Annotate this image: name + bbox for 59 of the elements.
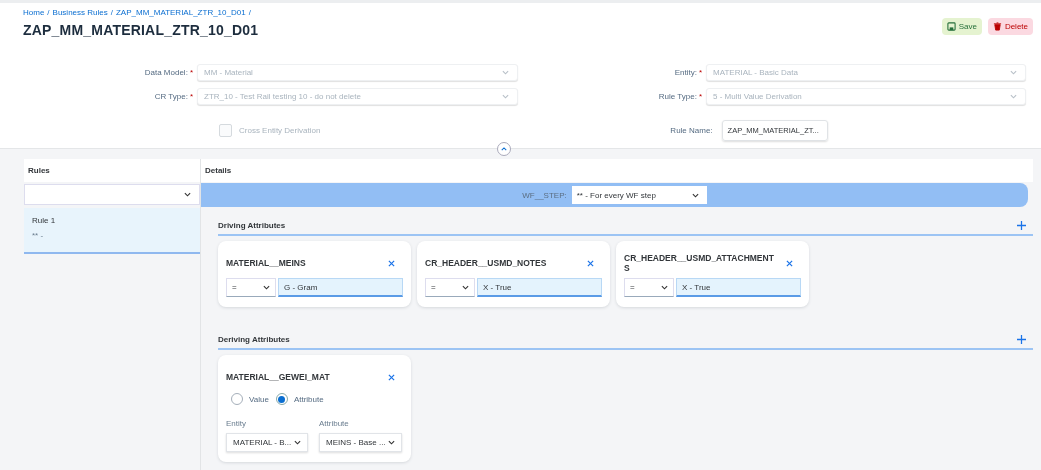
radio-option[interactable]: Value [231,393,269,405]
save-icon [946,22,956,31]
close-icon[interactable] [388,259,395,267]
radio-option[interactable]: Attribute [275,393,324,405]
breadcrumb-separator: / [110,8,113,17]
operator-select[interactable]: = [226,278,276,297]
field-label: CR Type: * [153,92,193,101]
chevron-down-icon [691,192,699,198]
value-field[interactable]: X - True [676,278,801,297]
chevron-down-icon [661,285,668,290]
checkbox-label: Cross Entity Derivation [239,126,321,135]
delete-icon [992,22,1002,31]
attribute-name: CR_HEADER__USMD_NOTES [425,258,547,268]
chevron-down-icon [502,94,509,99]
close-icon[interactable] [587,259,594,267]
attribute-name: MATERIAL__MEINS [226,258,306,268]
value-field[interactable]: G - Gram [278,278,403,297]
field-label: Attribute [319,419,350,428]
operator-select[interactable]: = [624,278,674,297]
chevron-down-icon [184,192,191,197]
chevron-down-icon [263,285,270,290]
section-title: Deriving Attributes [218,335,290,344]
add-icon[interactable] [1017,221,1026,230]
step-select[interactable]: ** - For every WF step [571,186,707,204]
chevron-down-icon [388,440,395,445]
value-field[interactable]: X - True [477,278,602,297]
save-button[interactable]: Save [941,18,982,35]
rule-item[interactable]: Rule 1 ** - [24,208,200,254]
select-field[interactable]: MATERIAL - B... [226,433,308,452]
field-label: Entity [226,419,247,428]
field-label: Data Model: * [143,68,193,77]
chevron-down-icon [1010,70,1017,75]
close-icon[interactable] [786,259,793,267]
close-icon[interactable] [388,373,395,381]
add-icon[interactable] [1017,335,1026,344]
step-label: WF__STEP: [522,190,567,200]
operator-select[interactable]: = [425,278,475,297]
field-label: Entity: * [673,68,702,77]
attribute-name: MATERIAL__GEWEI_MAT [226,372,330,382]
section-title: Driving Attributes [218,221,286,230]
breadcrumb-separator: / [248,8,251,17]
attribute-name: CR_HEADER__USMD_ATTACHMENTS [624,253,774,273]
chevron-down-icon [462,285,469,290]
chevron-down-icon [502,70,509,75]
breadcrumb-link[interactable]: Business Rules [52,8,108,17]
breadcrumb-link[interactable]: ZAP_MM_MATERIAL_ZTR_10_D01 [115,8,246,17]
chevron-up-icon [501,147,507,151]
select-field[interactable]: MEINS - Base ... [319,433,402,452]
breadcrumb-separator: / [47,8,50,17]
field-label: Rule Name: [670,126,713,135]
delete-button[interactable]: Delete [987,18,1033,35]
breadcrumb-link[interactable]: Home [23,8,45,17]
collapse-button[interactable] [497,142,511,156]
page-title: ZAP_MM_MATERIAL_ZTR_10_D01 [23,22,259,38]
chevron-down-icon [1010,94,1017,99]
field-label: Rule Type: * [657,92,702,101]
chevron-down-icon [294,440,301,445]
details-header: Details [201,159,1033,182]
rules-header: Rules [24,159,200,182]
